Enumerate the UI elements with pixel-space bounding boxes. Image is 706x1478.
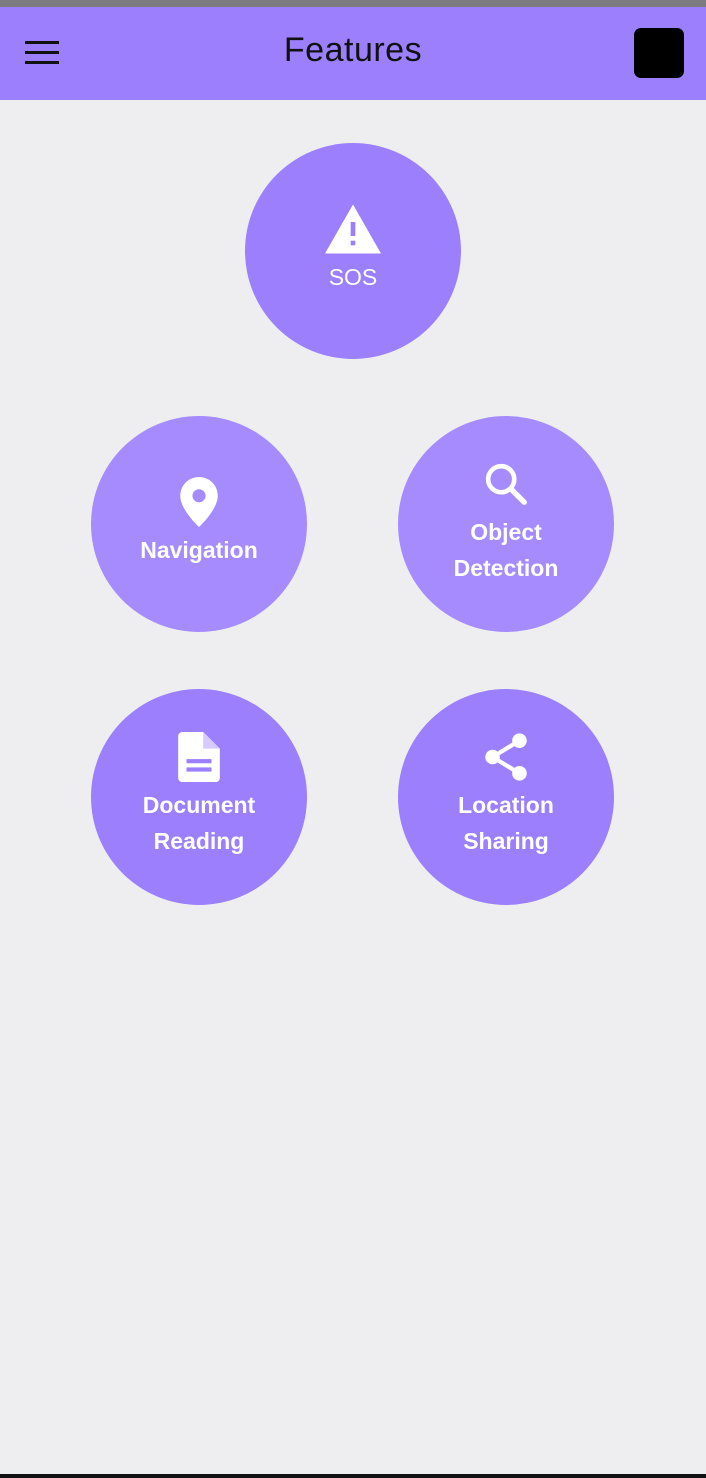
search-icon: [483, 458, 529, 510]
document-reading-button[interactable]: Document Reading: [91, 689, 307, 905]
location-pin-icon: [180, 476, 218, 528]
object-detection-button[interactable]: Object Detection: [398, 416, 614, 632]
black-square-button[interactable]: [634, 28, 684, 78]
warning-icon: [325, 203, 381, 255]
hamburger-menu-icon: [25, 41, 59, 64]
menu-button[interactable]: [14, 29, 72, 77]
location-sharing-button[interactable]: Location Sharing: [398, 689, 614, 905]
navigation-label: Navigation: [140, 537, 258, 563]
share-icon: [482, 731, 530, 783]
object-detection-label: Object Detection: [453, 519, 559, 581]
document-reading-label: Document Reading: [142, 792, 256, 854]
page-title: Features: [283, 31, 423, 69]
navigation-button[interactable]: Navigation: [91, 416, 307, 632]
sos-button[interactable]: SOS: [245, 143, 461, 359]
status-strip: [0, 0, 706, 7]
sos-label: SOS: [328, 264, 378, 290]
bottom-edge: [0, 1474, 706, 1478]
document-icon: [178, 731, 220, 783]
location-sharing-label: Location Sharing: [458, 792, 554, 854]
app-bar: Features: [0, 7, 706, 100]
